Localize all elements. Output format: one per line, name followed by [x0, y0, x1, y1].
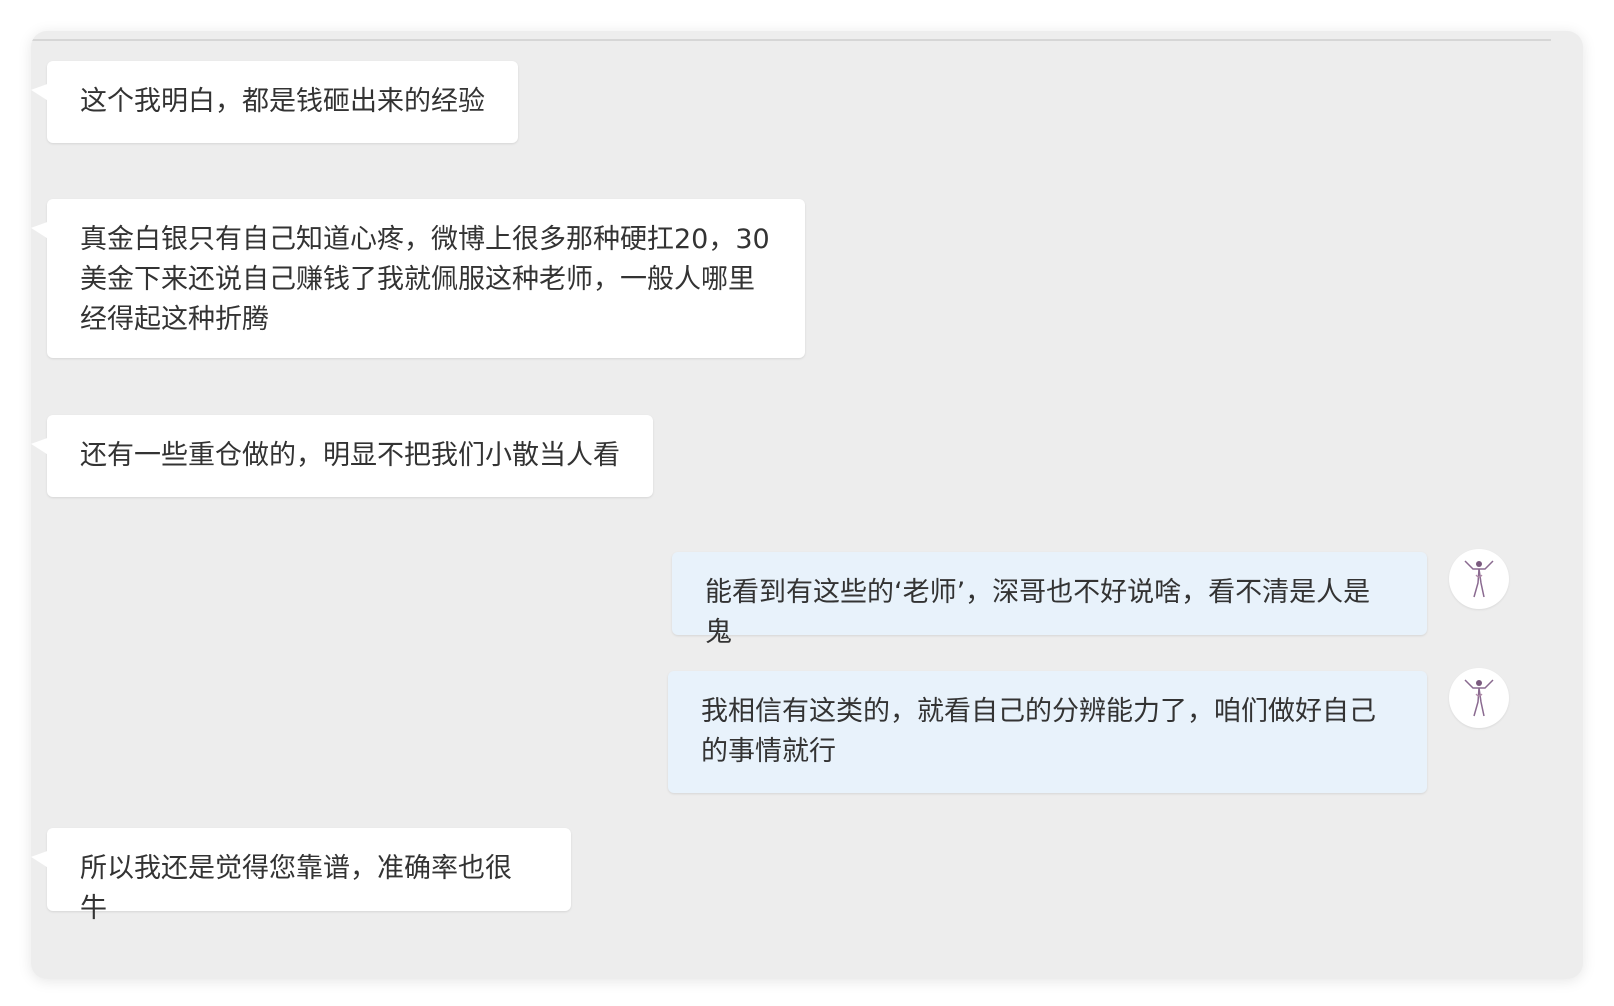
chat-panel: 这个我明白，都是钱砸出来的经验 真金白银只有自己知道心疼，微博上很多那种硬扛20… — [31, 31, 1583, 979]
top-divider — [31, 39, 1551, 41]
dancer-figure-avatar-icon — [1464, 679, 1494, 717]
user-avatar[interactable] — [1449, 668, 1509, 728]
dancer-figure-avatar-icon — [1464, 560, 1494, 598]
incoming-message-bubble[interactable]: 还有一些重仓做的，明显不把我们小散当人看 — [47, 415, 653, 497]
incoming-message-bubble[interactable]: 所以我还是觉得您靠谱，准确率也很牛 — [47, 828, 571, 924]
outgoing-message-bubble[interactable]: 我相信有这类的，就看自己的分辨能力了，咱们做好自己的事情就行 — [668, 671, 1427, 793]
incoming-message-bubble[interactable]: 这个我明白，都是钱砸出来的经验 — [47, 61, 518, 143]
outgoing-message-bubble[interactable]: 能看到有这些的‘老师’，深哥也不好说啥，看不清是人是鬼 — [672, 552, 1427, 648]
incoming-message-bubble[interactable]: 真金白银只有自己知道心疼，微博上很多那种硬扛20，30美金下来还说自己赚钱了我就… — [47, 199, 805, 358]
user-avatar[interactable] — [1449, 549, 1509, 609]
